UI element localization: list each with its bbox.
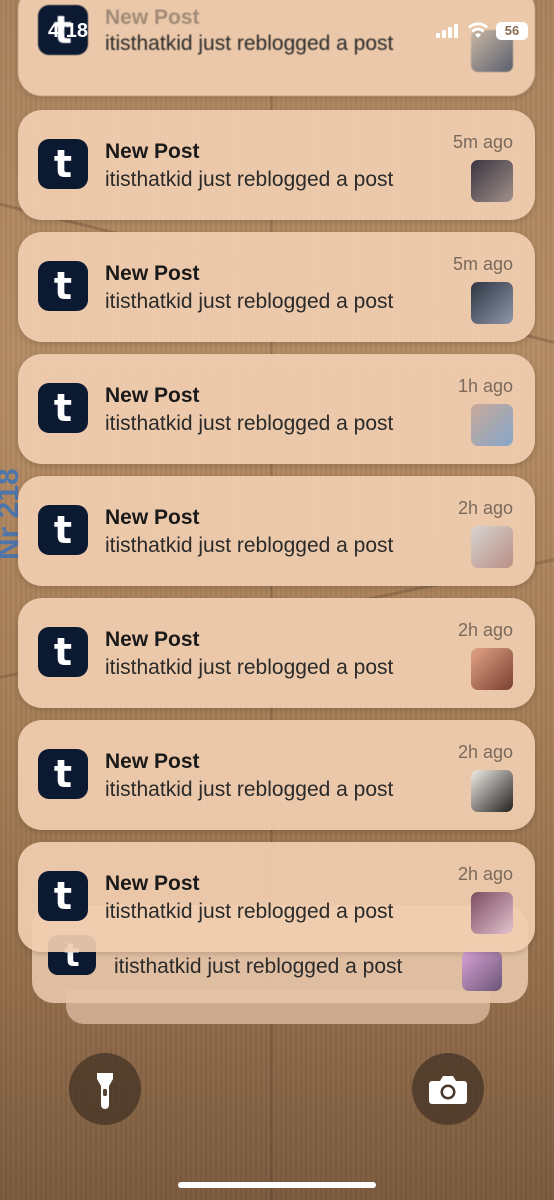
- status-time: 4:18: [48, 20, 89, 42]
- notification-body: itisthatkid just reblogged a post: [105, 778, 394, 801]
- notification-time: 5m ago: [452, 132, 513, 152]
- notification-time: 2h ago: [457, 498, 513, 518]
- notification-title: New Post: [105, 140, 200, 163]
- notification-title: New Post: [105, 750, 200, 773]
- notification-thumbnail: [471, 648, 513, 690]
- notification-card[interactable]: t New Post itisthatkid just reblogged a …: [18, 842, 535, 952]
- notification-title: New Post: [105, 262, 200, 285]
- notification-time: 2h ago: [457, 742, 513, 762]
- tumblr-icon: t: [38, 139, 88, 189]
- tumblr-icon: t: [38, 627, 88, 677]
- flashlight-button[interactable]: [69, 1053, 141, 1125]
- tumblr-icon: t: [38, 505, 88, 555]
- notification-thumbnail: [471, 770, 513, 812]
- notification-thumbnail: [471, 892, 513, 934]
- notification-time: 2h ago: [457, 864, 513, 884]
- notification-thumbnail: [471, 160, 513, 202]
- notification-card[interactable]: t New Post itisthatkid just reblogged a …: [18, 232, 535, 342]
- notification-title: New Post: [105, 872, 200, 895]
- notification-time: 1h ago: [457, 376, 513, 396]
- tumblr-icon: t: [38, 871, 88, 921]
- notification-time: 2h ago: [457, 620, 513, 640]
- cellular-signal-icon: [436, 24, 458, 38]
- notification-body: itisthatkid just reblogged a post: [114, 955, 403, 978]
- notification-thumbnail: [471, 282, 513, 324]
- status-bar: 4:18 56: [0, 0, 554, 64]
- tumblr-icon: t: [38, 261, 88, 311]
- flashlight-icon: [97, 1073, 113, 1109]
- notification-card[interactable]: t New Post itisthatkid just reblogged a …: [18, 720, 535, 830]
- notification-card[interactable]: t New Post itisthatkid just reblogged a …: [18, 598, 535, 708]
- notification-card[interactable]: t New Post itisthatkid just reblogged a …: [18, 110, 535, 220]
- notification-thumbnail: [471, 404, 513, 446]
- battery-indicator: 56: [496, 22, 528, 40]
- notification-thumbnail: [462, 951, 502, 991]
- wifi-icon: [468, 22, 488, 38]
- notification-title: New Post: [105, 628, 200, 651]
- tumblr-icon: t: [38, 383, 88, 433]
- notification-body: itisthatkid just reblogged a post: [105, 290, 394, 313]
- notification-thumbnail: [471, 526, 513, 568]
- tumblr-icon: t: [38, 749, 88, 799]
- notification-time: 5m ago: [452, 254, 513, 274]
- camera-button[interactable]: [412, 1053, 484, 1125]
- notification-body: itisthatkid just reblogged a post: [105, 412, 394, 435]
- notification-body: itisthatkid just reblogged a post: [105, 168, 394, 191]
- notification-card[interactable]: t New Post itisthatkid just reblogged a …: [18, 476, 535, 586]
- notification-title: New Post: [105, 506, 200, 529]
- notification-body: itisthatkid just reblogged a post: [105, 534, 394, 557]
- notification-body: itisthatkid just reblogged a post: [105, 656, 394, 679]
- notification-title: New Post: [105, 384, 200, 407]
- home-indicator[interactable]: [178, 1182, 376, 1188]
- notification-body: itisthatkid just reblogged a post: [105, 900, 394, 923]
- notification-card[interactable]: t New Post itisthatkid just reblogged a …: [18, 354, 535, 464]
- camera-icon: [429, 1076, 467, 1104]
